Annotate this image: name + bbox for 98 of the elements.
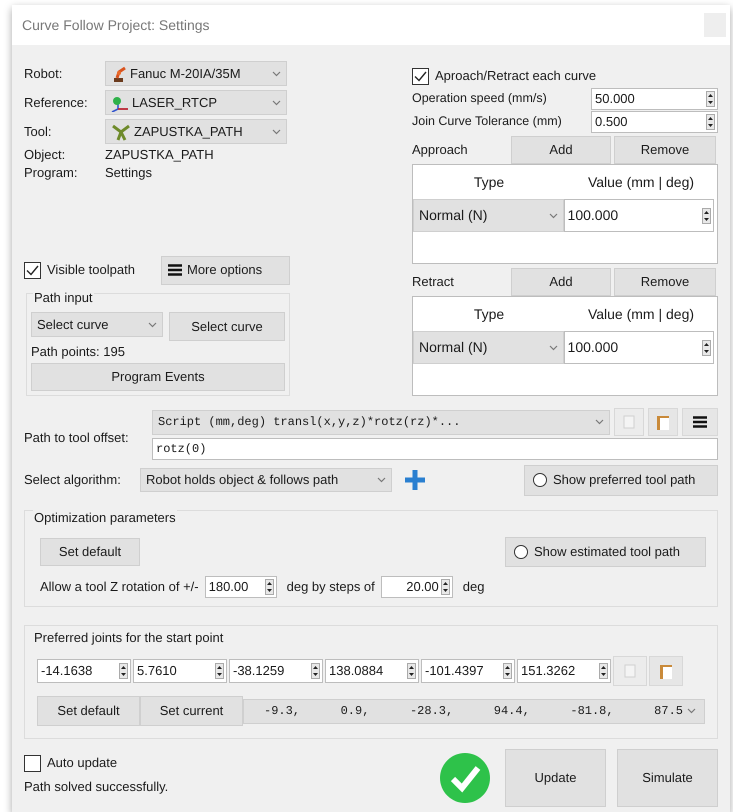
value-field[interactable]: 100.000: [564, 331, 714, 364]
rotation-field[interactable]: 180.00: [204, 576, 277, 598]
robot-dropdown[interactable]: LASER_RTCP: [105, 90, 287, 115]
set-current-button[interactable]: Set current: [140, 696, 243, 726]
caret-icon: [272, 70, 281, 76]
spin-arrows-icon[interactable]: [599, 663, 608, 679]
remove-button[interactable]: Remove: [614, 136, 716, 164]
checkbox-label: Visible toolpath: [47, 261, 135, 280]
field-label: Operation speed (mm/s): [412, 90, 548, 108]
show-estimated-button[interactable]: Show estimated tool path: [505, 537, 706, 567]
field-value: Settings: [105, 164, 152, 182]
field-label: Join Curve Tolerance (mm): [412, 113, 563, 130]
unit-label: deg: [462, 578, 484, 596]
column-header: Type: [472, 304, 506, 324]
check-icon: [439, 752, 491, 804]
plus-icon[interactable]: [403, 468, 427, 492]
field-label: Select algorithm:: [24, 471, 122, 490]
joint-field[interactable]: -14.1638: [37, 659, 131, 683]
caret-icon: [148, 322, 157, 328]
joint-field[interactable]: 151.3262: [517, 659, 611, 683]
menu-icon: [168, 264, 182, 276]
section-label: Retract: [412, 272, 455, 291]
current-joints-dropdown[interactable]: -9.3, 0.9, -28.3, 94.4, -81.8, 87.5: [243, 698, 705, 724]
checkbox[interactable]: [24, 262, 41, 278]
add-button[interactable]: Add: [511, 136, 611, 164]
joint-field[interactable]: -38.1259: [229, 659, 323, 683]
set-default-button[interactable]: Set default: [40, 538, 140, 566]
offset-input-field[interactable]: rotz(0): [152, 438, 718, 460]
spin-arrows-icon[interactable]: [440, 579, 450, 595]
robot-dropdown[interactable]: Fanuc M-20IA/35M: [105, 61, 287, 86]
type-dropdown[interactable]: Normal (N): [413, 331, 564, 364]
spin-arrows-icon[interactable]: [407, 663, 416, 679]
value-field[interactable]: 100.000: [564, 199, 714, 232]
column-header: Value (mm | deg): [586, 304, 696, 324]
field-label: Reference:: [24, 94, 89, 112]
script-dropdown[interactable]: Script (mm,deg) transl(x,y,z)*rotz(rz)*...: [152, 410, 610, 434]
field-label: Tool:: [24, 122, 52, 141]
robot-dropdown[interactable]: ZAPUSTKA_PATH: [105, 119, 287, 144]
checkbox-label: Auto update: [47, 754, 118, 772]
spin-arrows-icon[interactable]: [215, 663, 224, 679]
section-label: Approach: [412, 140, 469, 159]
program-events-button[interactable]: Program Events: [31, 363, 285, 391]
joint-field[interactable]: -101.4397: [421, 659, 515, 683]
field-label: Program:: [24, 164, 78, 182]
spin-arrows-icon[interactable]: [702, 340, 711, 356]
spin-arrows-icon[interactable]: [503, 663, 512, 679]
checkbox[interactable]: [24, 754, 41, 772]
curve-dropdown[interactable]: Select curve: [31, 312, 163, 337]
caret-icon: [687, 708, 696, 714]
group-title: Preferred joints for the start point: [33, 629, 224, 647]
checkbox[interactable]: [412, 68, 429, 84]
spin-arrows-icon[interactable]: [119, 663, 128, 679]
gripper-icon: [111, 122, 131, 140]
add-button[interactable]: Add: [511, 268, 611, 296]
paste-icon[interactable]: [648, 408, 678, 436]
caret-icon: [272, 100, 281, 106]
field-label: Robot:: [24, 64, 64, 83]
caret-icon: [377, 477, 386, 483]
window-title: Curve Follow Project: Settings: [22, 16, 210, 35]
paste-icon[interactable]: [649, 656, 683, 686]
radio-button[interactable]: [514, 545, 528, 559]
type-dropdown[interactable]: Normal (N): [413, 199, 564, 232]
group-title: Optimization parameters: [33, 508, 177, 528]
set-default-button[interactable]: Set default: [37, 696, 140, 726]
field-label: Path to tool offset:: [24, 429, 130, 448]
field-label: deg by steps of: [286, 578, 375, 596]
show-preferred-button[interactable]: Show preferred tool path: [524, 464, 718, 496]
update-button[interactable]: Update: [505, 749, 606, 807]
caret-icon: [548, 212, 558, 218]
select-curve-button[interactable]: Select curve: [169, 312, 285, 341]
spin-arrows-icon[interactable]: [706, 114, 715, 130]
remove-button[interactable]: Remove: [614, 268, 716, 296]
column-header: Type: [472, 172, 506, 192]
spin-arrows-icon[interactable]: [706, 90, 715, 106]
field-label: Object:: [24, 146, 66, 164]
joint-field[interactable]: 5.7610: [133, 659, 227, 683]
status-text: Path solved successfully.: [24, 778, 170, 796]
path-points-text: Path points: 195: [31, 343, 126, 362]
algorithm-dropdown[interactable]: Robot holds object & follows path: [140, 468, 392, 492]
number-field[interactable]: 0.500: [591, 110, 718, 132]
more-options-button[interactable]: More options: [161, 256, 290, 284]
column-header: Value (mm | deg): [586, 172, 696, 192]
spin-arrows-icon[interactable]: [702, 208, 711, 224]
checkbox-label: Aproach/Retract each curve: [435, 67, 596, 86]
field-value: ZAPUSTKA_PATH: [105, 146, 214, 164]
simulate-button[interactable]: Simulate: [617, 749, 718, 807]
field-label: Allow a tool Z rotation of +/-: [40, 578, 199, 596]
radio-button[interactable]: [533, 473, 547, 487]
caret-icon: [548, 344, 558, 350]
spin-arrows-icon[interactable]: [311, 663, 320, 679]
number-field[interactable]: 50.000: [591, 88, 718, 110]
robot-arm-icon: [111, 64, 127, 82]
caret-icon: [595, 419, 604, 425]
spin-arrows-icon[interactable]: [264, 579, 274, 595]
steps-field[interactable]: 20.00: [380, 576, 453, 598]
menu-icon[interactable]: [682, 408, 718, 436]
caret-icon: [272, 128, 281, 134]
joint-field[interactable]: 138.0884: [325, 659, 419, 683]
